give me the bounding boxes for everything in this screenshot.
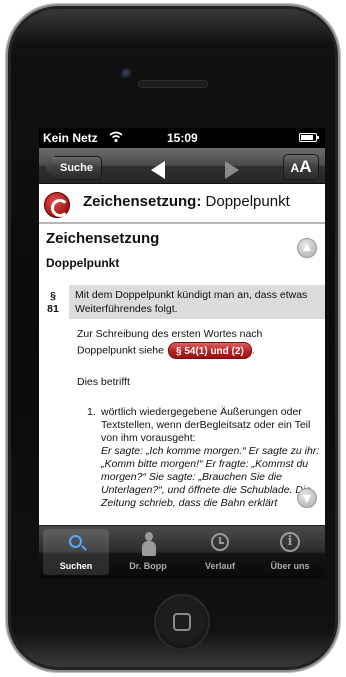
paragraph-mark: § <box>50 290 56 302</box>
title-rest: Doppelpunkt <box>201 193 290 210</box>
next-arrow-icon[interactable] <box>225 161 239 179</box>
home-button[interactable] <box>154 594 210 650</box>
font-small-label: A <box>290 161 300 175</box>
tab-label: Suchen <box>59 561 93 571</box>
clock-icon <box>211 533 229 551</box>
intro-text: Dies betrifft <box>77 376 130 388</box>
page-title: Zeichensetzung: Doppelpunkt <box>83 193 290 210</box>
reference-text: Zur Schreibung des ersten Wortes nach Do… <box>77 326 307 359</box>
navigation-bar: Suche AA <box>39 148 325 184</box>
paragraph-num: 81 <box>47 303 59 315</box>
search-icon <box>69 535 82 548</box>
tab-suchen[interactable]: Suchen <box>43 529 109 575</box>
earpiece <box>138 80 208 88</box>
front-camera <box>121 68 133 80</box>
list-item-example: Er sagte: „Ich komme morgen.“ Er sagte z… <box>101 445 320 509</box>
screen: Kein Netz 15:09 Suche AA Zeichensetzung:… <box>39 128 325 578</box>
app-logo-icon <box>44 192 70 218</box>
back-button[interactable]: Suche <box>45 156 103 180</box>
battery-icon <box>299 133 319 142</box>
tab-ueber-uns[interactable]: i Über uns <box>257 529 323 575</box>
status-bar: Kein Netz 15:09 <box>39 128 325 148</box>
tab-label: Dr. Bopp <box>129 561 167 571</box>
list-item-text: wörtlich wiedergegebene Äußerungen oder … <box>101 406 311 444</box>
scroll-down-icon[interactable] <box>297 488 317 508</box>
paragraph-number: § 81 <box>43 290 63 316</box>
list-number: 1. <box>87 406 96 418</box>
reference-link-button[interactable]: § 54(1) und (2) <box>167 342 252 359</box>
tab-bar: Suchen Dr. Bopp Verlauf i Über uns <box>39 525 325 578</box>
previous-arrow-icon[interactable] <box>151 161 165 179</box>
tab-label: Über uns <box>270 561 310 571</box>
tab-dr-bopp[interactable]: Dr. Bopp <box>115 529 181 575</box>
font-size-button[interactable]: AA <box>283 154 319 180</box>
reference-suffix: . <box>251 344 255 357</box>
status-time: 15:09 <box>167 131 198 145</box>
carrier-label: Kein Netz <box>43 131 98 145</box>
tab-verlauf[interactable]: Verlauf <box>187 529 253 575</box>
article-content[interactable]: Zeichensetzung Doppelpunkt § 81 Mit dem … <box>39 224 325 525</box>
tab-label: Verlauf <box>204 561 235 571</box>
font-big-label: A <box>299 157 312 176</box>
content-subheading: Doppelpunkt <box>46 256 120 270</box>
content-heading: Zeichensetzung <box>46 230 160 247</box>
home-square-icon <box>173 613 191 631</box>
paragraph-rule-text: Mit dem Doppelpunkt kündigt man an, dass… <box>69 285 325 319</box>
list-item: wörtlich wiedergegebene Äußerungen oder … <box>101 406 321 510</box>
phone-frame: Kein Netz 15:09 Suche AA Zeichensetzung:… <box>6 4 340 672</box>
scroll-up-icon[interactable] <box>297 238 317 258</box>
info-icon: i <box>280 532 300 552</box>
person-icon <box>142 532 156 556</box>
title-bold: Zeichensetzung: <box>83 193 202 210</box>
wifi-icon <box>109 131 123 143</box>
title-header: Zeichensetzung: Doppelpunkt <box>39 184 325 224</box>
